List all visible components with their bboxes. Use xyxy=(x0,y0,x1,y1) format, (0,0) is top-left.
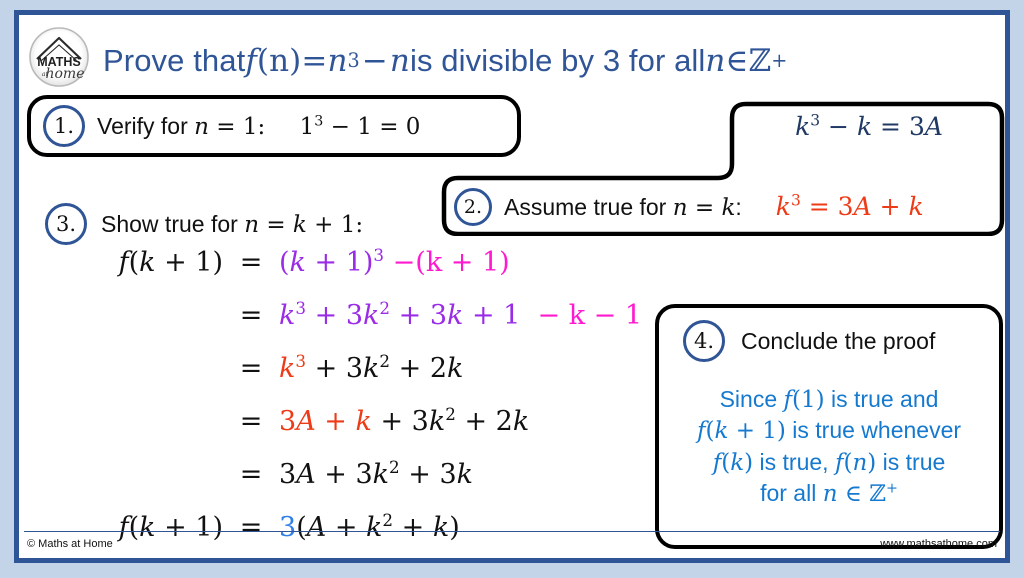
step-3-tail: + 1: xyxy=(306,211,364,238)
step-1-eq-base: 1 xyxy=(299,113,315,140)
title-n1: n xyxy=(327,43,348,79)
step-2-k: k xyxy=(721,194,736,221)
derivation-lhs: f(k + 1) xyxy=(118,247,223,278)
title-n2: n xyxy=(389,43,410,79)
step-4-header: 4. Conclude the proof xyxy=(673,320,985,362)
step-2-label: Assume true for n = k: xyxy=(504,194,742,221)
step-1-label: Verify for n = 1: 13 − 1 = 0 xyxy=(97,113,420,140)
step-2-number: 2. xyxy=(454,188,492,226)
step-1-number: 1. xyxy=(43,105,85,147)
title-lead: Prove that xyxy=(103,43,246,78)
derivation-equals: = xyxy=(239,459,263,490)
step-2-top-k2: k xyxy=(856,112,873,141)
step-2-top-A: A xyxy=(924,112,943,141)
derivation-row: = 3A + k + 3k2 + 2k xyxy=(67,406,647,459)
conclusion-line-3: f(k) is true, f(n) is true xyxy=(712,448,946,476)
step-1-eq-exponent: 3 xyxy=(314,112,324,129)
derivation-row: = k3 + 3k2 + 2k xyxy=(67,353,647,406)
step-2-red-exponent: 3 xyxy=(790,191,801,210)
step-1-cond: = 1: xyxy=(208,113,266,140)
step-2-top-k: k xyxy=(795,112,811,141)
step-4-conclusion: Since f(1) is true and f(k + 1) is true … xyxy=(673,384,985,509)
step-2-red-k: k xyxy=(775,192,791,221)
maths-at-home-logo: MATHS at home xyxy=(25,23,93,91)
conclusion-line-4: for all n ∈ ℤ+ xyxy=(760,480,898,508)
step-3-number: 3. xyxy=(45,203,87,245)
derivation-rhs: 3A + 3k2 + 3k xyxy=(279,457,474,490)
step-4-box: 4. Conclude the proof Since f(1) is true… xyxy=(655,304,1003,549)
derivation-equals: = xyxy=(239,406,263,437)
derivation-equals: = xyxy=(239,300,263,331)
step-1-eq-rest: − 1 = 0 xyxy=(323,113,421,140)
step-2-red-equals: = 3 xyxy=(800,192,854,221)
step-2-red-A: A xyxy=(853,192,872,221)
step-2-induction-hypothesis: k3 − k = 3A xyxy=(754,112,984,142)
step-3-var: n xyxy=(244,211,260,238)
step-1-var: n xyxy=(194,113,209,140)
conclusion-line-2: f(k + 1) is true whenever xyxy=(696,417,962,445)
title-arg: (n) xyxy=(256,43,302,79)
page-title: Prove that f (n) = n3 − n is divisible b… xyxy=(103,43,788,79)
derivation-rhs: k3 + 3k2 + 3k + 1 − k − 1 xyxy=(279,298,643,331)
title-n3: n xyxy=(705,43,726,79)
derivation-row: = 3A + 3k2 + 3k xyxy=(67,459,647,512)
derivation-rhs: (k + 1)3 −(k + 1) xyxy=(279,245,510,278)
step-2-top-equals: = 3 xyxy=(872,112,925,141)
derivation-row: f(k + 1) = (k + 1)3 −(k + 1) xyxy=(67,247,647,300)
footer: © Maths at Home www.mathsathome.com xyxy=(19,533,1005,555)
step-3-header: 3. Show true for n = k + 1: xyxy=(45,203,363,245)
step-2-label-text: Assume true for xyxy=(504,193,667,220)
footer-divider xyxy=(24,531,1000,532)
footer-website: www.mathsathome.com xyxy=(880,538,997,550)
step-2-eq: = xyxy=(687,194,722,221)
logo-brand-script: home xyxy=(45,66,84,82)
slide-frame: MATHS at home Prove that f (n) = n3 − n … xyxy=(14,10,1010,563)
title-integer-set: ℤ xyxy=(748,43,772,79)
title-tail: is divisible by 3 for all xyxy=(410,43,706,78)
step-1-label-text: Verify for xyxy=(97,112,188,139)
derivation-block: f(k + 1) = (k + 1)3 −(k + 1) = k3 + 3k2 … xyxy=(67,247,647,565)
step-2-var: n xyxy=(672,194,688,221)
step-4-number: 4. xyxy=(683,320,725,362)
derivation-row: = k3 + 3k2 + 3k + 1 − k − 1 xyxy=(67,300,647,353)
step-2-colon: : xyxy=(735,193,742,220)
derivation-rhs: 3A + k + 3k2 + 2k xyxy=(279,404,530,437)
step-2-assumption-equation: k3 = 3A + k xyxy=(776,192,924,222)
title-f: f xyxy=(245,43,257,79)
derivation-equals: = xyxy=(239,247,263,278)
step-3-eq: = xyxy=(259,211,293,238)
step-3-label: Show true for n = k + 1: xyxy=(101,211,363,238)
step-3-label-text: Show true for xyxy=(101,210,238,237)
footer-copyright: © Maths at Home xyxy=(27,538,113,550)
step-1-equation: 13 − 1 = 0 xyxy=(300,114,421,140)
step-3-k: k xyxy=(292,211,307,238)
step-2-box: k3 − k = 3A 2. Assume true for n = k: k3… xyxy=(440,100,1006,236)
logo-icon: MATHS at home xyxy=(29,27,89,87)
slide-background: MATHS at home Prove that f (n) = n3 − n … xyxy=(0,0,1024,578)
derivation-rhs: k3 + 3k2 + 2k xyxy=(279,351,464,384)
step-2-row: 2. Assume true for n = k: k3 = 3A + k xyxy=(454,182,1002,232)
title-minus: − xyxy=(361,43,388,79)
conclusion-line-1: Since f(1) is true and xyxy=(719,386,939,413)
title-equals: = xyxy=(301,43,328,79)
step-2-top-minus: − xyxy=(820,112,857,141)
derivation-equals: = xyxy=(239,353,263,384)
step-2-red-k2: k xyxy=(908,192,924,221)
step-2-top-exponent: 3 xyxy=(810,111,821,130)
step-4-label: Conclude the proof xyxy=(741,327,936,354)
title-element-of: ∈ xyxy=(725,43,749,79)
step-2-red-plus: + xyxy=(871,192,909,221)
